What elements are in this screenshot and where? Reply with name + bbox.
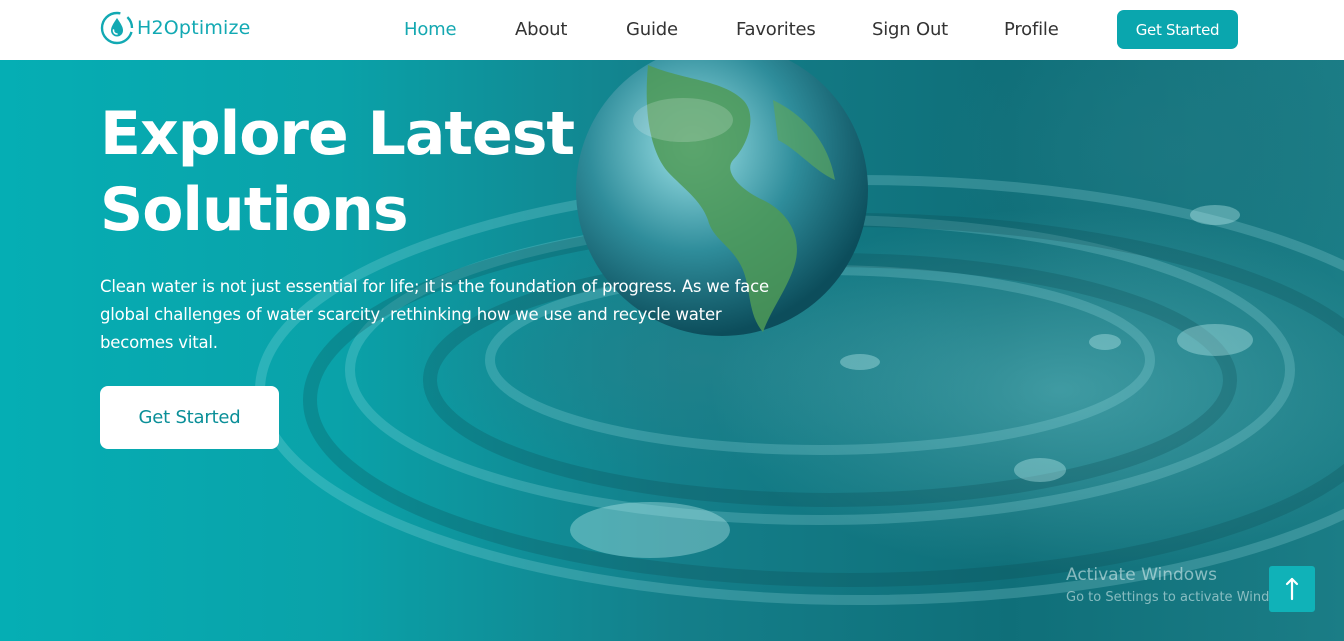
nav-sign-out[interactable]: Sign Out	[872, 19, 948, 40]
hero-title: Explore Latest Solutions	[100, 96, 660, 248]
watermark-subtitle: Go to Settings to activate Windows.	[1066, 590, 1299, 605]
nav-profile[interactable]: Profile	[1004, 19, 1059, 40]
watermark-title: Activate Windows	[1066, 565, 1217, 585]
hero-description: Clean water is not just essential for li…	[100, 277, 769, 352]
nav-home[interactable]: Home	[404, 19, 457, 40]
nav-favorites[interactable]: Favorites	[736, 19, 816, 40]
activate-windows-watermark: Activate Windows Go to Settings to activ…	[1066, 563, 1299, 609]
nav-about[interactable]: About	[515, 19, 567, 40]
arrow-up-icon	[1285, 577, 1299, 601]
nav-guide[interactable]: Guide	[626, 19, 678, 40]
hero-title-line-2: Solutions	[100, 175, 409, 245]
hero-section: Explore Latest Solutions Clean water is …	[0, 60, 1344, 641]
hero-get-started-button[interactable]: Get Started	[100, 386, 279, 449]
navbar: H2Optimize Home About Guide Favorites Si…	[0, 0, 1344, 60]
header-get-started-button[interactable]: Get Started	[1117, 10, 1238, 49]
hero-title-line-1: Explore Latest	[100, 99, 575, 169]
back-to-top-button[interactable]	[1269, 566, 1315, 612]
